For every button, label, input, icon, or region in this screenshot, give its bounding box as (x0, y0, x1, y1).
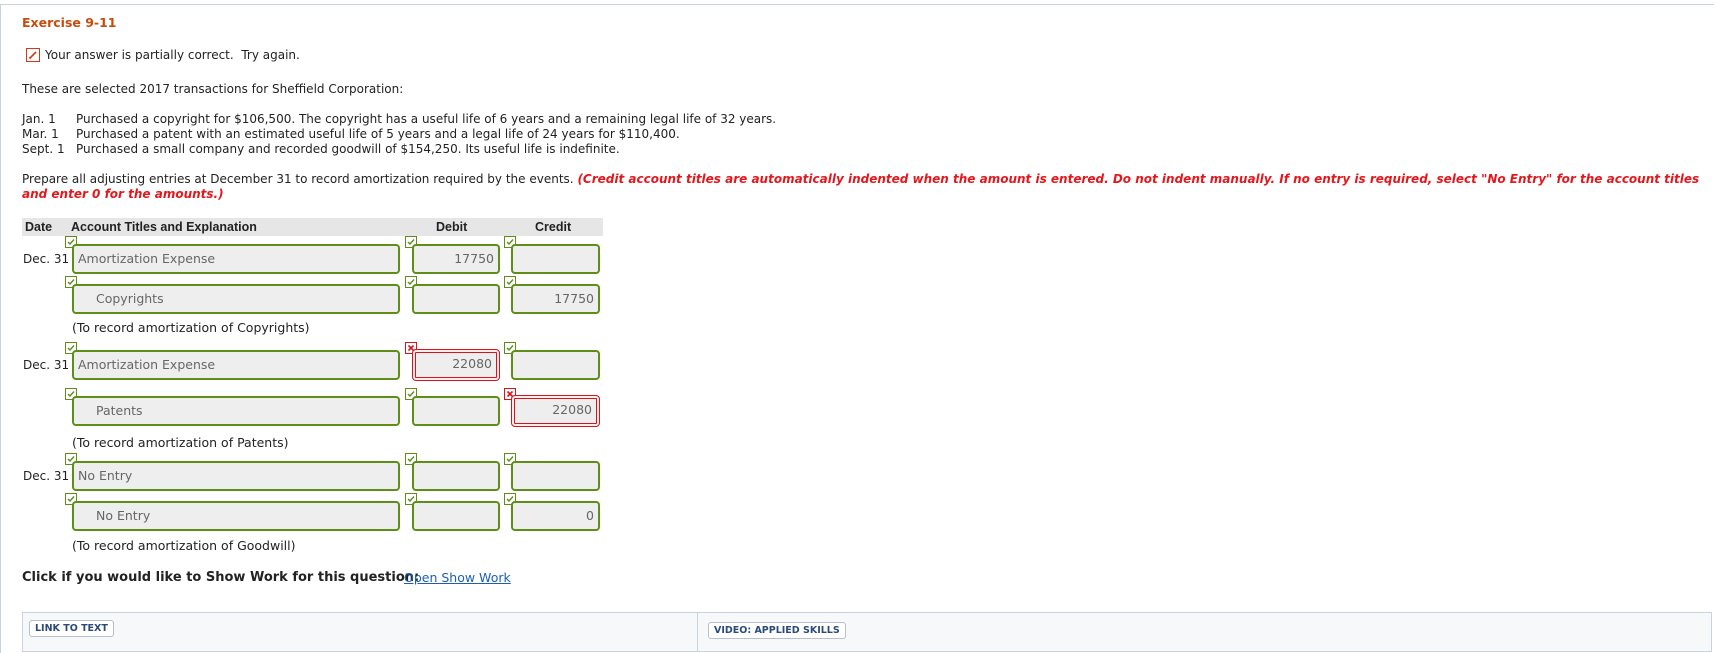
transaction-date: Sept. 1 (22, 142, 65, 156)
debit-amount-input[interactable] (412, 284, 500, 314)
entry-explanation: (To record amortization of Patents) (72, 435, 289, 450)
debit-amount-input[interactable]: 22080 (412, 349, 500, 381)
video-applied-skills-button[interactable]: VIDEO: APPLIED SKILLS (708, 622, 846, 639)
transaction-date: Mar. 1 (22, 127, 59, 141)
credit-amount-input[interactable]: 0 (511, 501, 600, 531)
header-date: Date (25, 220, 53, 234)
partially-correct-icon (26, 48, 40, 62)
entry-date: Dec. 31 (23, 358, 70, 372)
account-title-input[interactable]: Copyrights (72, 284, 400, 314)
transaction-text: Purchased a patent with an estimated use… (76, 127, 680, 141)
entry-date: Dec. 31 (23, 469, 70, 483)
journal-header: Date Account Titles and Explanation Debi… (22, 218, 603, 236)
transaction-row: Sept. 1 Purchased a small company and re… (22, 142, 776, 157)
transaction-row: Jan. 1 Purchased a copyright for $106,50… (22, 112, 776, 127)
header-credit: Credit (535, 220, 572, 234)
entry-explanation: (To record amortization of Copyrights) (72, 320, 310, 335)
account-title-input[interactable]: Amortization Expense (72, 244, 400, 274)
header-account: Account Titles and Explanation (71, 220, 257, 234)
debit-amount-input[interactable] (412, 396, 500, 426)
show-work-prompt: Click if you would like to Show Work for… (22, 570, 420, 585)
resources-divider (697, 612, 698, 652)
open-show-work-link[interactable]: Open Show Work (404, 570, 511, 585)
link-to-text-button[interactable]: LINK TO TEXT (29, 620, 114, 637)
account-title-input[interactable]: No Entry (72, 461, 400, 491)
instructions: Prepare all adjusting entries at Decembe… (22, 172, 1702, 202)
transaction-text: Purchased a small company and recorded g… (76, 142, 620, 156)
credit-amount-input[interactable] (511, 244, 600, 274)
debit-amount-input[interactable]: 17750 (412, 244, 500, 274)
credit-amount-input[interactable]: 22080 (511, 395, 600, 427)
account-title-input[interactable]: Patents (72, 396, 400, 426)
header-debit: Debit (436, 220, 468, 234)
status-message: Your answer is partially correct. Try ag… (45, 48, 300, 62)
credit-amount-input[interactable] (511, 350, 600, 380)
intro-text: These are selected 2017 transactions for… (22, 82, 404, 96)
transaction-row: Mar. 1 Purchased a patent with an estima… (22, 127, 776, 142)
transaction-text: Purchased a copyright for $106,500. The … (76, 112, 777, 126)
resources-bar (22, 612, 1712, 652)
debit-amount-input[interactable] (412, 501, 500, 531)
account-title-input[interactable]: Amortization Expense (72, 350, 400, 380)
credit-amount-input[interactable] (511, 461, 600, 491)
transaction-date: Jan. 1 (22, 112, 56, 126)
credit-amount-input[interactable]: 17750 (511, 284, 600, 314)
exercise-title: Exercise 9-11 (22, 15, 117, 30)
instructions-text: Prepare all adjusting entries at Decembe… (22, 172, 574, 186)
debit-amount-input[interactable] (412, 461, 500, 491)
entry-date: Dec. 31 (23, 252, 70, 266)
account-title-input[interactable]: No Entry (72, 501, 400, 531)
entry-explanation: (To record amortization of Goodwill) (72, 538, 296, 553)
transactions-list: Jan. 1 Purchased a copyright for $106,50… (22, 112, 776, 157)
